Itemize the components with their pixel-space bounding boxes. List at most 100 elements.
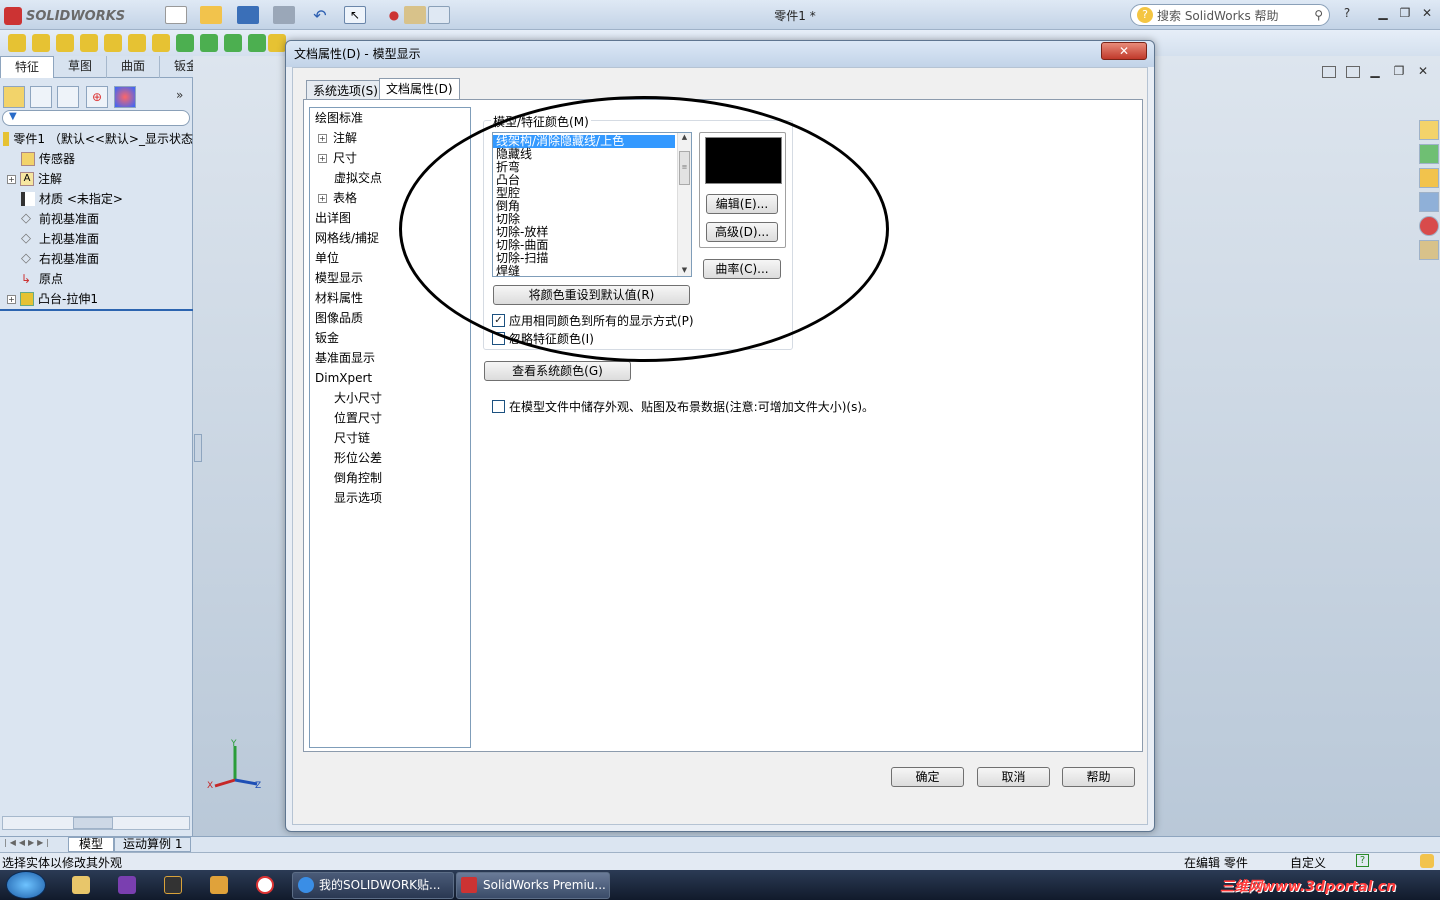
nav-item[interactable]: + 尺寸	[310, 148, 470, 168]
expand-icon[interactable]: +	[318, 153, 327, 163]
qq-browser-icon[interactable]	[256, 876, 274, 894]
nav-item[interactable]: DimXpert	[310, 368, 470, 388]
minimize-icon[interactable]: ▁	[1374, 6, 1392, 22]
store-appearance-checkbox[interactable]	[492, 400, 505, 413]
nav-item[interactable]: 形位公差	[310, 448, 470, 468]
feature-tree-filter[interactable]: ▼	[2, 110, 190, 126]
boundary-boss-icon[interactable]	[104, 34, 122, 52]
file-properties-icon[interactable]	[404, 6, 426, 24]
cancel-button[interactable]: 取消	[977, 767, 1050, 787]
color-list-item[interactable]: 切除-扫描	[493, 252, 675, 265]
nav-item[interactable]: 虚拟交点	[310, 168, 470, 188]
vs-icon[interactable]	[118, 876, 136, 894]
design-library-icon[interactable]	[1419, 144, 1439, 164]
curvature-button[interactable]: 曲率(C)...	[703, 259, 781, 279]
apply-same-color-row[interactable]: ✓ 应用相同颜色到所有的显示方式(P)	[492, 312, 694, 329]
extrude-cut-icon[interactable]	[128, 34, 146, 52]
start-button[interactable]	[6, 871, 46, 899]
taskbar-item-browser[interactable]: 我的SOLIDWORK贴...	[292, 872, 454, 899]
lofted-cut-icon[interactable]	[224, 34, 242, 52]
nav-item[interactable]: 位置尺寸	[310, 408, 470, 428]
doc-restore-icon[interactable]: ❐	[1390, 64, 1408, 80]
apply-same-color-checkbox[interactable]: ✓	[492, 314, 505, 327]
rebuild-icon[interactable]: ●	[383, 6, 405, 24]
help-menu-icon[interactable]: ?	[1338, 6, 1356, 22]
feature-color-list[interactable]: 线架构/消除隐藏线/上色 隐藏线 折弯 凸台 型腔 倒角 切除 切除-放样 切除-曲面 切除-扫描…	[492, 132, 692, 277]
undo-icon[interactable]: ↶	[309, 6, 331, 25]
tree-root[interactable]: 零件1 （默认<<默认>_显示状态	[3, 129, 193, 149]
nav-item[interactable]: + 表格	[310, 188, 470, 208]
options-icon[interactable]	[428, 6, 450, 24]
configuration-manager-tab-icon[interactable]	[57, 86, 79, 108]
fillet-icon[interactable]	[268, 34, 286, 52]
rollback-bar[interactable]	[0, 309, 193, 311]
dialog-close-button[interactable]: ✕	[1101, 42, 1147, 60]
property-manager-tab-icon[interactable]	[30, 86, 52, 108]
search-icon[interactable]: ⚲	[1314, 8, 1323, 22]
color-list-item[interactable]: 隐藏线	[493, 148, 675, 161]
tree-item-right-plane[interactable]: ◇ 右视基准面	[3, 249, 193, 269]
nav-item[interactable]: 大小尺寸	[310, 388, 470, 408]
scroll-up-icon[interactable]: ▲	[678, 133, 691, 145]
solidworks-logo[interactable]: SOLIDWORKS	[4, 6, 134, 26]
nav-item[interactable]: 单位	[310, 248, 470, 268]
doc-close-icon[interactable]: ✕	[1414, 64, 1432, 80]
open-folder-icon[interactable]	[200, 6, 222, 24]
nav-item[interactable]: 出详图	[310, 208, 470, 228]
tab-sketch[interactable]: 草图	[54, 56, 108, 78]
tab-features[interactable]: 特征	[0, 56, 55, 78]
nav-item[interactable]: 网格线/捕捉	[310, 228, 470, 248]
tab-scroll-arrows-icon[interactable]: |◀◀▶▶|	[4, 838, 66, 851]
expand-icon[interactable]: +	[318, 133, 327, 143]
tree-item-origin[interactable]: ↳ 原点	[3, 269, 193, 289]
nav-item[interactable]: 显示选项	[310, 488, 470, 508]
color-list-item[interactable]: 型腔	[493, 187, 675, 200]
explorer-icon[interactable]	[72, 876, 90, 894]
tree-item-boss-extrude[interactable]: + 凸台-拉伸1	[3, 289, 193, 309]
search-help-input[interactable]: ? 搜索 SolidWorks 帮助 ⚲	[1130, 4, 1330, 26]
color-list-item[interactable]: 凸台	[493, 174, 675, 187]
extrude-boss-icon[interactable]	[8, 34, 26, 52]
new-document-icon[interactable]	[165, 6, 187, 24]
reset-colors-button[interactable]: 将颜色重设到默认值(R)	[493, 285, 690, 305]
tab-surfaces[interactable]: 曲面	[107, 56, 161, 78]
ignore-feature-color-row[interactable]: 忽略特征颜色(I)	[492, 330, 594, 347]
player-icon[interactable]	[210, 876, 228, 894]
tree-item-sensors[interactable]: 传感器	[3, 149, 193, 169]
feature-manager-tab-icon[interactable]	[3, 86, 25, 108]
ignore-feature-color-checkbox[interactable]	[492, 332, 505, 345]
print-icon[interactable]	[273, 6, 295, 24]
media-icon[interactable]	[164, 876, 182, 894]
sweep-boss-icon[interactable]	[56, 34, 74, 52]
view-palette-icon[interactable]	[1419, 192, 1439, 212]
view-system-colors-button[interactable]: 查看系统颜色(G)	[484, 361, 631, 381]
hole-wizard-icon[interactable]	[152, 34, 170, 52]
close-icon[interactable]: ✕	[1418, 6, 1436, 22]
swept-cut-icon[interactable]	[200, 34, 218, 52]
nav-item[interactable]: 钣金	[310, 328, 470, 348]
tree-item-front-plane[interactable]: ◇ 前视基准面	[3, 209, 193, 229]
scroll-thumb[interactable]: ≡	[679, 151, 690, 185]
file-explorer-icon[interactable]	[1419, 168, 1439, 188]
nav-item[interactable]: 图像品质	[310, 308, 470, 328]
advanced-button[interactable]: 高级(D)...	[706, 222, 778, 242]
expand-icon[interactable]: +	[7, 294, 16, 304]
revolve-boss-icon[interactable]	[32, 34, 50, 52]
restore-icon[interactable]: ❐	[1396, 6, 1414, 22]
revolve-cut-icon[interactable]	[176, 34, 194, 52]
expand-panel-icon[interactable]: »	[176, 88, 183, 102]
expand-icon[interactable]: +	[7, 174, 16, 184]
scroll-down-icon[interactable]: ▼	[678, 266, 691, 274]
doc-minimize-icon[interactable]: ▁	[1366, 64, 1384, 80]
color-list-scrollbar[interactable]: ▲ ≡ ▼	[677, 133, 691, 276]
dialog-title-bar[interactable]: 文档属性(D) - 模型显示	[286, 41, 1154, 67]
tree-item-material[interactable]: 材质 <未指定>	[3, 189, 193, 209]
tab-model[interactable]: 模型	[68, 837, 115, 852]
save-icon[interactable]	[237, 6, 259, 24]
tab-motion-study[interactable]: 运动算例 1	[114, 837, 192, 852]
nav-item[interactable]: 基准面显示	[310, 348, 470, 368]
nav-item[interactable]: 绘图标准	[310, 108, 470, 128]
dimxpert-manager-tab-icon[interactable]: ⊕	[86, 86, 108, 108]
quick-tips-icon[interactable]: ?	[1356, 854, 1369, 867]
nav-item[interactable]: 材料属性	[310, 288, 470, 308]
